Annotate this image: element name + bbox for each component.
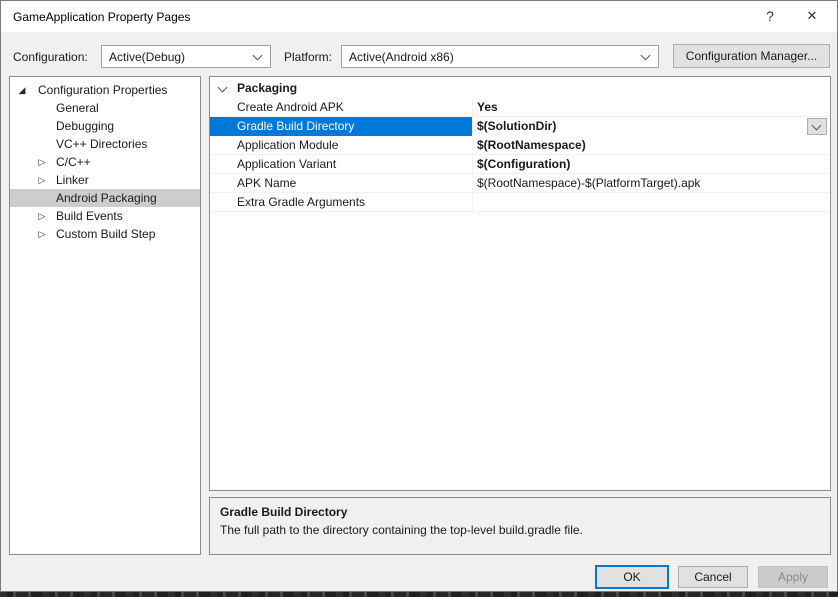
tree-item-build-events[interactable]: ▷ Build Events: [10, 207, 200, 225]
tree-item-label: Android Packaging: [56, 189, 157, 207]
platform-label: Platform:: [284, 50, 332, 64]
window-title: GameApplication Property Pages: [13, 10, 190, 24]
property-row-create-android-apk[interactable]: Create Android APKYes: [210, 98, 830, 117]
configuration-label: Configuration:: [13, 50, 88, 64]
chevron-down-icon: [641, 51, 651, 61]
chevron-down-icon: [218, 83, 228, 93]
grid-rows: Create Android APKYesGradle Build Direct…: [210, 98, 830, 212]
tree-collapsed-icon[interactable]: ▷: [36, 207, 48, 225]
tree-item-label: Build Events: [56, 207, 123, 225]
help-icon[interactable]: ?: [753, 1, 787, 31]
tree-item-linker[interactable]: ▷ Linker: [10, 171, 200, 189]
tree-item-debugging[interactable]: Debugging: [10, 117, 200, 135]
description-title: Gradle Build Directory: [220, 505, 820, 519]
property-value[interactable]: [472, 193, 830, 212]
tree-collapsed-icon[interactable]: ▷: [36, 171, 48, 189]
property-row-gradle-build-directory[interactable]: Gradle Build Directory$(SolutionDir): [210, 117, 830, 136]
section-packaging[interactable]: Packaging: [210, 79, 830, 98]
property-value[interactable]: $(RootNamespace): [472, 136, 830, 155]
property-row-apk-name[interactable]: APK Name$(RootNamespace)-$(PlatformTarge…: [210, 174, 830, 193]
description-text: The full path to the directory containin…: [220, 523, 820, 537]
tree-item-label: Linker: [56, 171, 89, 189]
properties-tree: ◢ Configuration PropertiesGeneralDebuggin…: [9, 76, 201, 555]
property-grid: Packaging Create Android APKYesGradle Bu…: [209, 76, 831, 491]
property-value[interactable]: $(Configuration): [472, 155, 830, 174]
tree-item-label: Custom Build Step: [56, 225, 155, 243]
property-name[interactable]: Extra Gradle Arguments: [210, 193, 472, 212]
tree-item-label: VC++ Directories: [56, 135, 147, 153]
tree-item-label: Configuration Properties: [38, 81, 167, 99]
tree-collapsed-icon[interactable]: ▷: [36, 225, 48, 243]
chevron-down-icon: [253, 51, 263, 61]
property-name[interactable]: Application Module: [210, 136, 472, 155]
desktop-artifact-strip: [0, 592, 838, 597]
tree-item-android-packaging[interactable]: Android Packaging: [10, 189, 200, 207]
property-name[interactable]: APK Name: [210, 174, 472, 193]
section-header-label: Packaging: [237, 79, 297, 98]
tree-item-general[interactable]: General: [10, 99, 200, 117]
property-value[interactable]: $(RootNamespace)-$(PlatformTarget).apk: [472, 174, 830, 193]
description-panel: Gradle Build Directory The full path to …: [209, 497, 831, 555]
platform-selected-value: Active(Android x86): [349, 50, 454, 64]
property-value[interactable]: $(SolutionDir): [472, 117, 830, 136]
property-pages-dialog: GameApplication Property Pages ? ✕ Confi…: [0, 0, 838, 592]
configuration-select[interactable]: Active(Debug): [101, 45, 271, 68]
tree-expanded-icon[interactable]: ◢: [16, 81, 28, 99]
platform-select[interactable]: Active(Android x86): [341, 45, 659, 68]
tree-item-custom-build-step[interactable]: ▷ Custom Build Step: [10, 225, 200, 243]
property-value[interactable]: Yes: [472, 98, 830, 117]
ok-button[interactable]: OK: [595, 565, 669, 589]
configuration-manager-button[interactable]: Configuration Manager...: [673, 44, 830, 68]
property-name[interactable]: Application Variant: [210, 155, 472, 174]
property-row-extra-gradle-arguments[interactable]: Extra Gradle Arguments: [210, 193, 830, 212]
tree-item-configuration-properties[interactable]: ◢ Configuration Properties: [10, 81, 200, 99]
configuration-selected-value: Active(Debug): [109, 50, 185, 64]
chevron-down-icon: [812, 121, 822, 131]
cancel-button[interactable]: Cancel: [678, 566, 748, 588]
tree-item-vc-directories[interactable]: VC++ Directories: [10, 135, 200, 153]
tree-item-c-c-[interactable]: ▷ C/C++: [10, 153, 200, 171]
property-row-application-variant[interactable]: Application Variant$(Configuration): [210, 155, 830, 174]
tree-item-label: Debugging: [56, 117, 114, 135]
property-row-application-module[interactable]: Application Module$(RootNamespace): [210, 136, 830, 155]
property-name[interactable]: Gradle Build Directory: [210, 117, 472, 136]
tree-collapsed-icon[interactable]: ▷: [36, 153, 48, 171]
value-dropdown-button[interactable]: [807, 118, 827, 135]
tree-item-label: C/C++: [56, 153, 91, 171]
property-name[interactable]: Create Android APK: [210, 98, 472, 117]
apply-button[interactable]: Apply: [758, 566, 828, 588]
close-icon[interactable]: ✕: [795, 1, 829, 31]
titlebar[interactable]: GameApplication Property Pages ? ✕: [1, 1, 837, 32]
tree-item-label: General: [56, 99, 99, 117]
